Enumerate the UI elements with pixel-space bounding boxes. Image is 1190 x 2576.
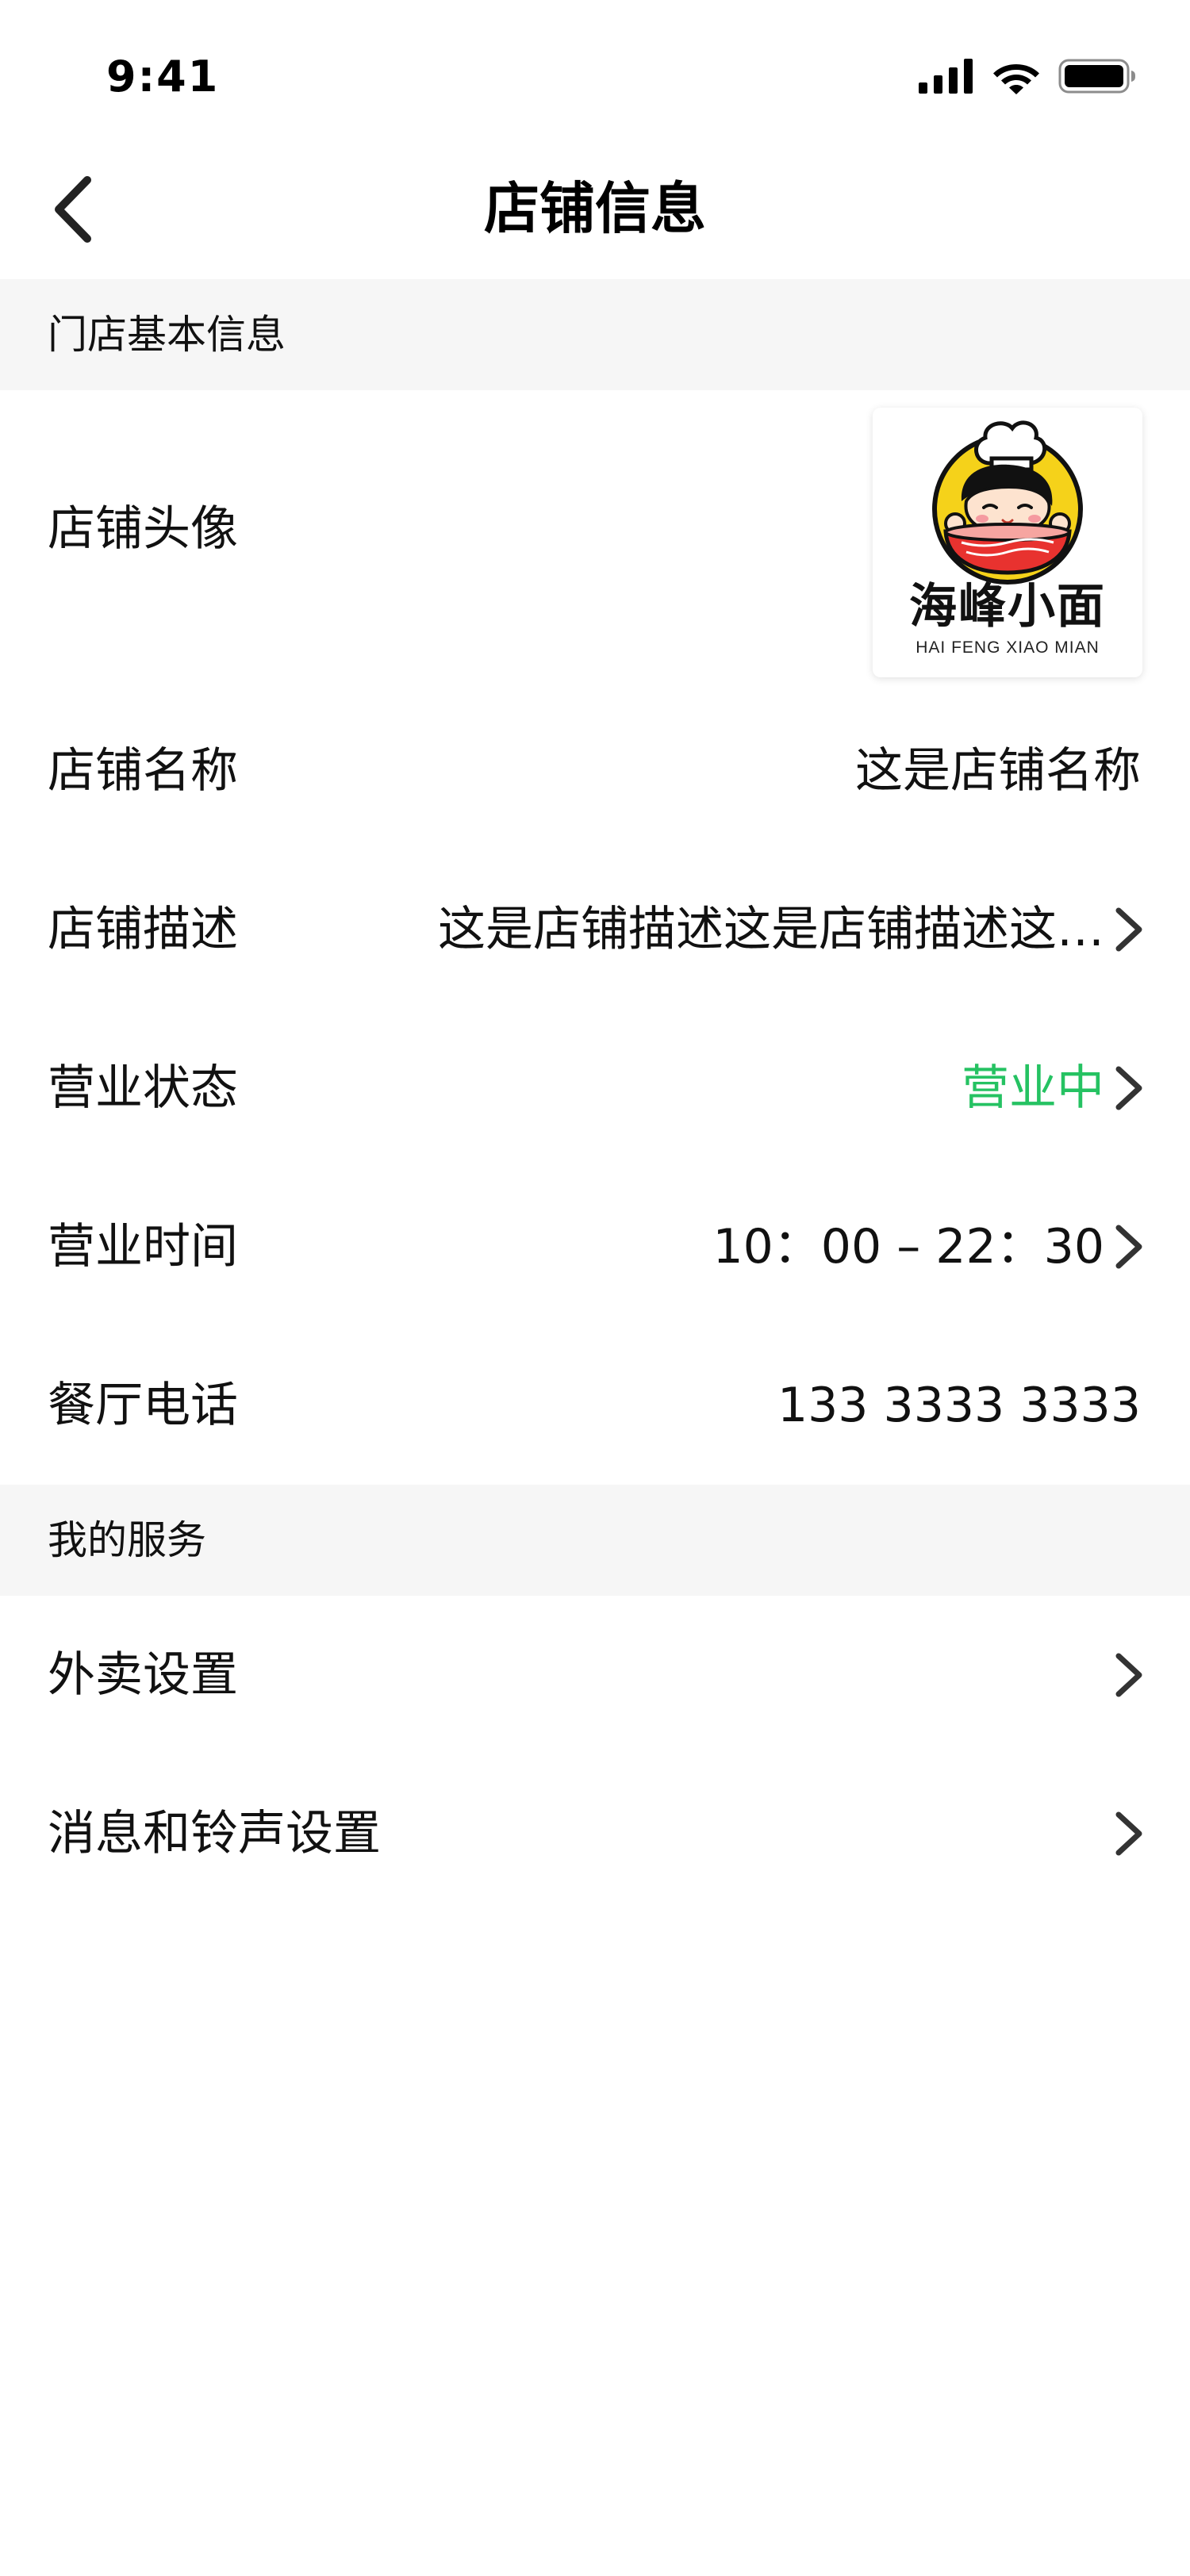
row-label: 店铺头像 — [48, 501, 238, 557]
section-header-basic-info: 门店基本信息 — [0, 279, 1190, 390]
row-label: 营业时间 — [48, 1219, 238, 1275]
logo-subtitle: HAI FENG XIAO MIAN — [916, 638, 1100, 657]
row-business-status[interactable]: 营业状态 营业中 — [0, 1009, 1190, 1167]
row-label: 店铺名称 — [48, 743, 238, 799]
status-icons — [919, 54, 1138, 98]
row-label: 营业状态 — [48, 1060, 238, 1116]
business-status-value: 营业中 — [962, 1060, 1104, 1116]
store-avatar[interactable]: 海峰小面 HAI FENG XIAO MIAN — [873, 408, 1142, 677]
row-store-avatar[interactable]: 店铺头像 海峰小面 HAI FENG XIAO MIAN — [0, 390, 1190, 677]
row-store-name[interactable]: 店铺名称 这是店铺名称 — [0, 692, 1190, 850]
page-title: 店铺信息 — [484, 176, 706, 241]
row-label: 消息和铃声设置 — [48, 1806, 381, 1861]
status-time: 9:41 — [106, 52, 220, 102]
wifi-icon — [993, 64, 1039, 94]
chevron-right-icon — [1115, 1811, 1142, 1856]
cellular-signal-icon — [919, 59, 973, 94]
row-business-hours[interactable]: 营业时间 10：00 – 22：30 — [0, 1167, 1190, 1326]
store-description-value: 这是店铺描述这是店铺描述这… — [438, 902, 1104, 957]
section-header-my-services: 我的服务 — [0, 1485, 1190, 1596]
section-title: 门店基本信息 — [48, 312, 286, 358]
status-bar: 9:41 — [0, 0, 1190, 140]
chef-logo-icon — [932, 420, 1083, 585]
restaurant-phone-value: 133 3333 3333 — [777, 1378, 1141, 1433]
row-message-ringtone-settings[interactable]: 消息和铃声设置 — [0, 1754, 1190, 1913]
store-info-screen: 9:41 店铺信息 门店基本信息 店铺头像 海峰小面 HAI FENG XIAO… — [0, 0, 1190, 2576]
row-store-description[interactable]: 店铺描述 这是店铺描述这是店铺描述这… — [0, 850, 1190, 1009]
chevron-right-icon — [1115, 907, 1142, 952]
business-hours-value: 10：00 – 22：30 — [712, 1219, 1104, 1275]
battery-icon — [1058, 59, 1135, 94]
section-title: 我的服务 — [48, 1517, 206, 1563]
row-label: 店铺描述 — [48, 902, 238, 957]
row-delivery-settings[interactable]: 外卖设置 — [0, 1596, 1190, 1754]
row-label: 外卖设置 — [48, 1647, 238, 1703]
navigation-bar: 店铺信息 — [0, 140, 1190, 279]
row-restaurant-phone[interactable]: 餐厅电话 133 3333 3333 — [0, 1326, 1190, 1485]
chevron-right-icon — [1115, 1225, 1142, 1269]
chevron-right-icon — [1115, 1066, 1142, 1110]
row-label: 餐厅电话 — [48, 1378, 238, 1433]
logo-title: 海峰小面 — [909, 579, 1106, 634]
store-name-value: 这是店铺名称 — [855, 743, 1141, 799]
chevron-right-icon — [1115, 1653, 1142, 1697]
